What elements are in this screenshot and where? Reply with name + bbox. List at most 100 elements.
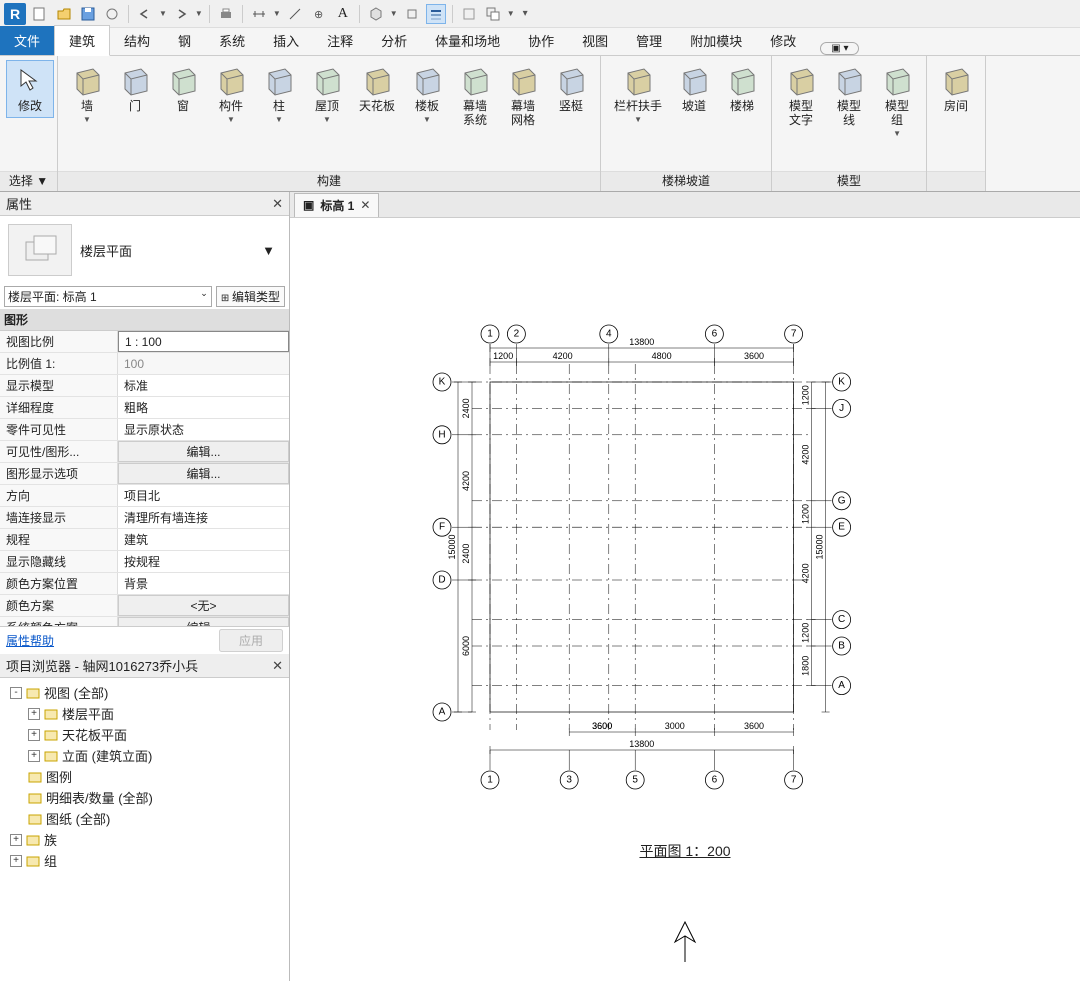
properties-close-icon[interactable]: ✕ [272, 196, 283, 212]
tab-structure[interactable]: 结构 [110, 26, 164, 55]
doc-tab-close-icon[interactable]: ✕ [360, 198, 370, 212]
prop-value[interactable]: 1 : 100 [118, 331, 289, 352]
prop-key: 详细程度 [0, 397, 118, 418]
qat-open-icon[interactable] [54, 4, 74, 24]
tree-toggle-icon[interactable]: + [10, 834, 22, 846]
column-caret-icon[interactable]: ▼ [275, 115, 283, 124]
tab-systems[interactable]: 系统 [205, 26, 259, 55]
tree-toggle-icon[interactable]: + [28, 750, 40, 762]
prop-value[interactable]: 建筑 [118, 529, 289, 550]
qat-dimension-icon[interactable]: ⊕ [309, 4, 329, 24]
window-button[interactable]: 窗 [160, 60, 206, 118]
tab-architecture[interactable]: 建筑 [54, 25, 110, 56]
curtain-grid-button[interactable]: 幕墙网格 [500, 60, 546, 132]
instance-name-dropdown[interactable]: 楼层平面: 标高 1⌄ [4, 286, 212, 307]
prop-value[interactable]: 按规程 [118, 551, 289, 572]
qat-redo-icon[interactable] [171, 4, 191, 24]
tree-toggle-icon[interactable]: + [28, 708, 40, 720]
prop-edit-button[interactable]: 编辑... [118, 617, 289, 626]
qat-align-icon[interactable] [285, 4, 305, 24]
qat-sync-icon[interactable] [102, 4, 122, 24]
roof-button[interactable]: 屋顶 ▼ [304, 60, 350, 129]
ramp-button[interactable]: 坡道 [671, 60, 717, 118]
document-tab[interactable]: ▣ 标高 1 ✕ [294, 193, 379, 217]
model-group-btn-caret-icon[interactable]: ▼ [893, 129, 901, 138]
roof-caret-icon[interactable]: ▼ [323, 115, 331, 124]
prop-value[interactable]: 粗略 [118, 397, 289, 418]
project-browser-close-icon[interactable]: ✕ [272, 658, 283, 674]
qat-measure-icon[interactable] [249, 4, 269, 24]
drawing-canvas[interactable]: ▣ 标高 1 ✕ 1246713567KHFDAKJGECBA120042004… [290, 192, 1080, 981]
type-selector-dropdown[interactable]: 楼层平面▼ [80, 241, 281, 260]
railing-caret-icon[interactable]: ▼ [634, 115, 642, 124]
tab-modify[interactable]: 修改 [756, 26, 810, 55]
room-button[interactable]: 房间 [933, 60, 979, 118]
tab-addins[interactable]: 附加模块 [676, 26, 756, 55]
tab-collaborate[interactable]: 协作 [514, 26, 568, 55]
model-text-button[interactable]: 模型文字 [778, 60, 824, 132]
mullion-button[interactable]: 竖梃 [548, 60, 594, 118]
properties-help-link[interactable]: 属性帮助 [6, 632, 54, 649]
qat-undo-icon[interactable] [135, 4, 155, 24]
tab-analyze[interactable]: 分析 [367, 26, 421, 55]
prop-value[interactable]: 背景 [118, 573, 289, 594]
prop-edit-button[interactable]: 编辑... [118, 463, 289, 484]
tree-item[interactable]: 明细表/数量 (全部) [6, 787, 283, 808]
tab-insert[interactable]: 插入 [259, 26, 313, 55]
railing-button[interactable]: 栏杆扶手 ▼ [607, 60, 669, 129]
tab-blank-selector[interactable]: ▣ ▾ [820, 42, 859, 55]
qat-customize-caret-icon[interactable]: ▾ [523, 8, 528, 19]
tab-annotate[interactable]: 注释 [313, 26, 367, 55]
tree-item[interactable]: +立面 (建筑立面) [6, 745, 283, 766]
tree-toggle-icon[interactable]: + [10, 855, 22, 867]
qat-thinlines-icon[interactable] [426, 4, 446, 24]
wall-caret-icon[interactable]: ▼ [83, 115, 91, 124]
tree-item[interactable]: +天花板平面 [6, 724, 283, 745]
tree-toggle-icon[interactable]: - [10, 687, 22, 699]
tab-view[interactable]: 视图 [568, 26, 622, 55]
tab-file[interactable]: 文件 [0, 26, 54, 55]
qat-undo-caret-icon[interactable]: ▼ [159, 9, 167, 18]
tree-item[interactable]: +组 [6, 850, 283, 871]
tree-item[interactable]: +楼层平面 [6, 703, 283, 724]
curtain-system-button[interactable]: 幕墙系统 [452, 60, 498, 132]
prop-value[interactable]: 清理所有墙连接 [118, 507, 289, 528]
floor-caret-icon[interactable]: ▼ [423, 115, 431, 124]
tab-massing[interactable]: 体量和场地 [421, 26, 514, 55]
component-caret-icon[interactable]: ▼ [227, 115, 235, 124]
prop-edit-button[interactable]: <无> [118, 595, 289, 616]
floor-button[interactable]: 楼板 ▼ [404, 60, 450, 129]
door-button[interactable]: 门 [112, 60, 158, 118]
tree-toggle-icon[interactable]: + [28, 729, 40, 741]
column-button[interactable]: 柱 ▼ [256, 60, 302, 129]
prop-value[interactable]: 显示原状态 [118, 419, 289, 440]
tab-steel[interactable]: 钢 [164, 26, 205, 55]
qat-switch-windows-icon[interactable] [483, 4, 503, 24]
prop-edit-button[interactable]: 编辑... [118, 441, 289, 462]
component-button[interactable]: 构件 ▼ [208, 60, 254, 129]
prop-value[interactable]: 项目北 [118, 485, 289, 506]
tab-manage[interactable]: 管理 [622, 26, 676, 55]
tree-item[interactable]: -视图 (全部) [6, 682, 283, 703]
tree-item[interactable]: 图例 [6, 766, 283, 787]
ceiling-button[interactable]: 天花板 [352, 60, 402, 118]
tree-item[interactable]: 图纸 (全部) [6, 808, 283, 829]
tree-item[interactable]: +族 [6, 829, 283, 850]
wall-button[interactable]: 墙 ▼ [64, 60, 110, 129]
modify-button[interactable]: 修改 [6, 60, 54, 118]
model-group-btn-button[interactable]: 模型组 ▼ [874, 60, 920, 143]
qat-print-icon[interactable] [216, 4, 236, 24]
stair-button[interactable]: 楼梯 [719, 60, 765, 118]
qat-text-icon[interactable]: A [333, 4, 353, 24]
app-logo-icon[interactable]: R [4, 3, 26, 25]
model-line-button[interactable]: 模型线 [826, 60, 872, 132]
apply-button[interactable]: 应用 [219, 629, 283, 652]
qat-close-hidden-icon[interactable] [459, 4, 479, 24]
edit-type-button[interactable]: ⊞ 编辑类型 [216, 286, 285, 307]
qat-3d-icon[interactable] [366, 4, 386, 24]
qat-save-icon[interactable] [78, 4, 98, 24]
qat-new-icon[interactable] [30, 4, 50, 24]
qat-redo-caret-icon[interactable]: ▼ [195, 9, 203, 18]
qat-section-icon[interactable] [402, 4, 422, 24]
prop-value[interactable]: 标准 [118, 375, 289, 396]
